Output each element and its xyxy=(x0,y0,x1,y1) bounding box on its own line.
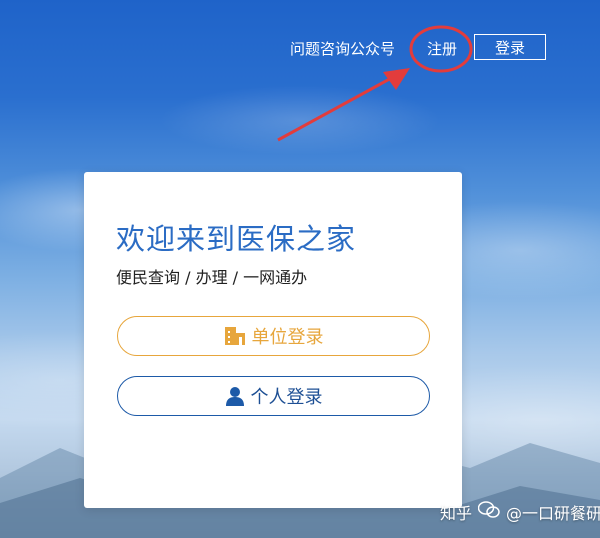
unit-login-button[interactable]: 单位登录 xyxy=(117,316,430,356)
annotation-arrow-shaft xyxy=(277,74,396,142)
building-icon xyxy=(224,326,246,346)
annotation-arrow-head xyxy=(383,68,410,90)
service-subtitle: 便民查询 / 办理 / 一网通办 xyxy=(116,268,308,287)
personal-login-button[interactable]: 个人登录 xyxy=(117,376,430,416)
watermark-author: @一口研餐研 xyxy=(506,504,600,523)
personal-login-label: 个人登录 xyxy=(250,387,323,408)
top-nav: 问题咨询公众号 注册 登录 xyxy=(0,34,600,62)
consult-official-account-link[interactable]: 问题咨询公众号 xyxy=(290,38,395,59)
unit-login-label: 单位登录 xyxy=(251,327,324,348)
register-link[interactable]: 注册 xyxy=(427,38,457,59)
watermark: 知乎 @一口研餐研 xyxy=(440,500,600,524)
wechat-icon xyxy=(477,501,500,523)
person-icon xyxy=(225,386,245,406)
login-button[interactable]: 登录 xyxy=(474,34,546,60)
login-card: 欢迎来到医保之家 便民查询 / 办理 / 一网通办 单位登录 个人登录 xyxy=(84,172,462,508)
watermark-platform: 知乎 xyxy=(440,504,473,523)
welcome-title: 欢迎来到医保之家 xyxy=(116,222,357,256)
